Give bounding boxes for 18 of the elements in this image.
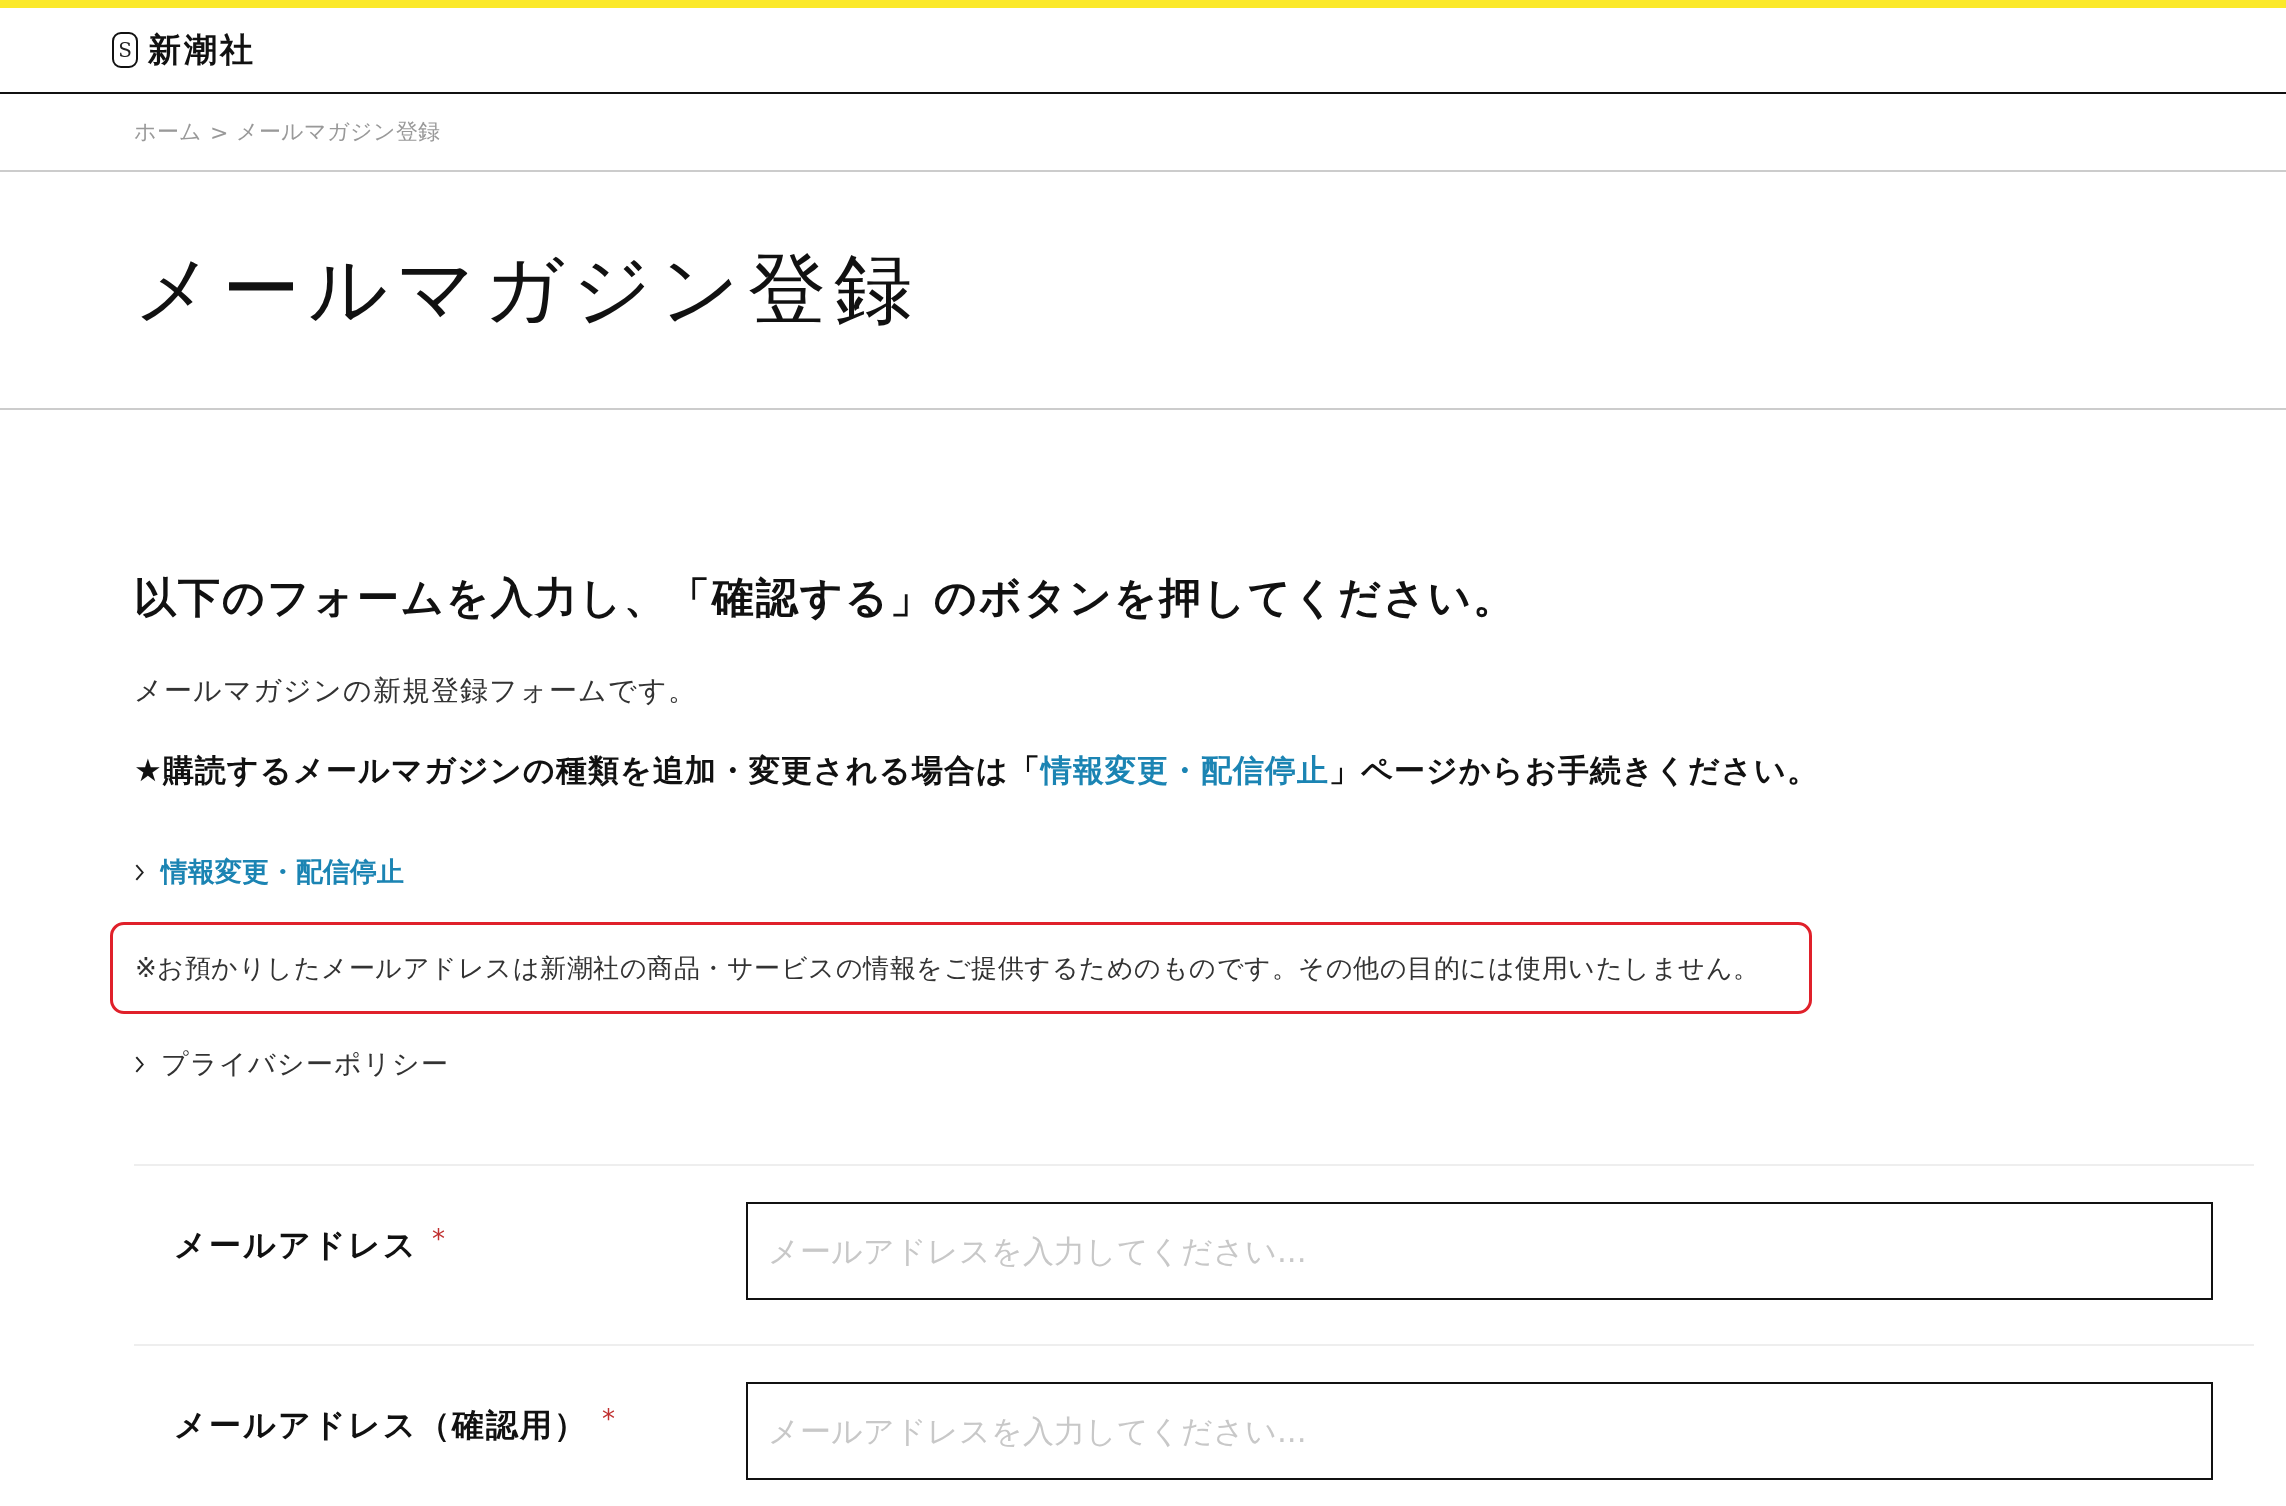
breadcrumb-item: メールマガジン登録 — [236, 118, 441, 146]
required-mark: * — [602, 1404, 615, 1434]
field-label: メールアドレス — [174, 1225, 418, 1266]
info-change-link[interactable]: 情報変更・配信停止 — [1040, 752, 1329, 788]
info-change-link[interactable]: 情報変更・配信停止 — [161, 854, 404, 890]
intro-text: メールマガジンの新規登録フォームです。 — [134, 673, 698, 709]
field-label: メールアドレス（確認用） — [174, 1405, 588, 1446]
privacy-notice-text: ※お預かりしたメールアドレスは新潮社の商品・サービスの情報をご提供するためのものです。その他の目的には使用いたしません。 — [135, 951, 1760, 985]
breadcrumb-separator: > — [210, 119, 229, 145]
page-title: メールマガジン登録 — [134, 242, 920, 336]
logo-text[interactable]: 新潮社 — [148, 27, 256, 73]
chevron-right-icon — [134, 863, 145, 881]
instruction-heading: 以下のフォームを入力し、「確認する」のボタンを押してください。 — [134, 572, 1518, 624]
chevron-right-icon — [134, 1055, 145, 1073]
logo-mark[interactable]: S — [112, 32, 138, 68]
required-mark: * — [432, 1224, 445, 1254]
notice-text: ★購読するメールマガジンの種類を追加・変更される場合は「情報変更・配信停止」ページからお手続きください。 — [134, 751, 1820, 790]
privacy-policy-link[interactable]: プライバシーポリシー — [161, 1046, 449, 1082]
